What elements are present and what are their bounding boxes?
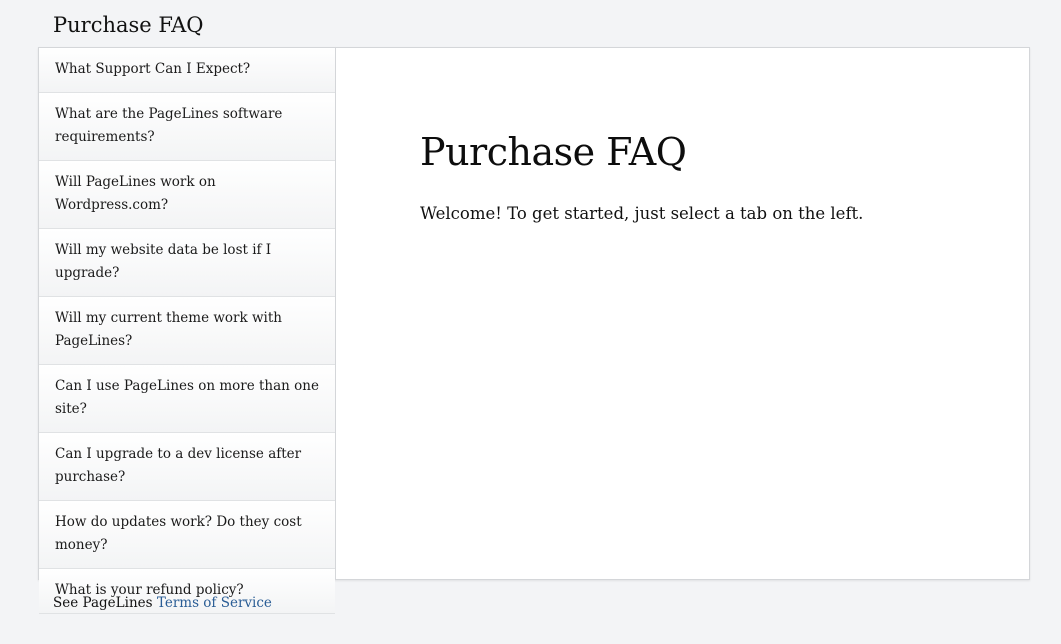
tab-dev-license-upgrade[interactable]: Can I upgrade to a dev license after pur… [39,433,335,501]
footer-prefix: See PageLines [53,595,157,611]
terms-of-service-link[interactable]: Terms of Service [157,595,272,611]
tab-data-lost-upgrade[interactable]: Will my website data be lost if I upgrad… [39,229,335,297]
tab-updates-cost[interactable]: How do updates work? Do they cost money? [39,501,335,569]
tab-wordpress-com[interactable]: Will PageLines work on Wordpress.com? [39,161,335,229]
page-title: Purchase FAQ [53,13,204,37]
tab-current-theme[interactable]: Will my current theme work with PageLine… [39,297,335,365]
faq-panel: What Support Can I Expect? What are the … [38,47,1030,614]
tab-support[interactable]: What Support Can I Expect? [39,48,335,93]
tab-multiple-sites[interactable]: Can I use PageLines on more than one sit… [39,365,335,433]
footer: See PageLines Terms of Service [53,593,272,613]
faq-content: Purchase FAQ Welcome! To get started, ju… [420,128,980,226]
tab-software-requirements[interactable]: What are the PageLines software requirem… [39,93,335,161]
welcome-text: Welcome! To get started, just select a t… [420,204,864,223]
content-title: Purchase FAQ [420,130,687,174]
faq-tab-list: What Support Can I Expect? What are the … [39,48,336,614]
